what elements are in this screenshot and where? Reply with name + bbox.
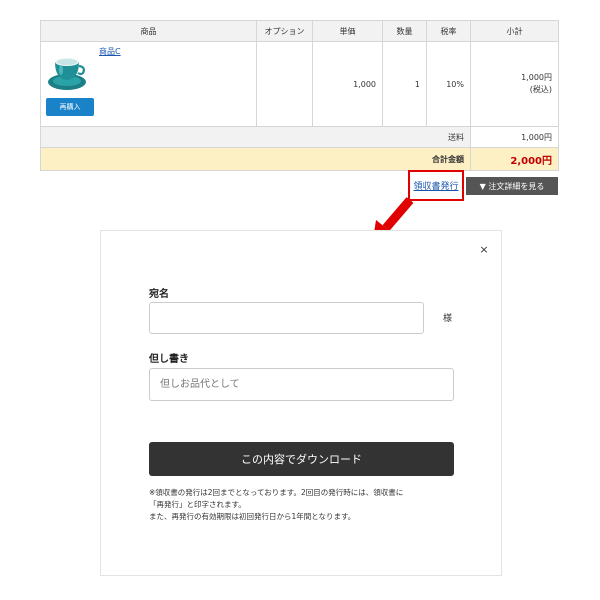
total-value: 2,000円 (470, 147, 559, 171)
rebuy-button[interactable]: 再購入 (46, 98, 94, 116)
unit-price-cell: 1,000 (312, 41, 383, 127)
order-table: 商品 オプション 単価 数量 税率 小計 商品C 再購入 1,000 1 10%… (40, 20, 559, 171)
table-header-row: 商品 オプション 単価 数量 税率 小計 (40, 20, 559, 42)
header-option: オプション (256, 20, 313, 42)
subtotal-value: 1,000円 (521, 73, 552, 82)
header-tax-rate: 税率 (426, 20, 471, 42)
tax-rate-cell: 10% (426, 41, 471, 127)
shipping-row: 送料 1,000円 (40, 126, 559, 148)
download-button[interactable]: この内容でダウンロード (149, 442, 454, 476)
note-line: ※領収書の発行は2回までとなっております。2回目の発行時には、領収書に (149, 488, 404, 497)
shipping-value: 1,000円 (470, 126, 559, 148)
close-icon[interactable]: × (477, 243, 491, 257)
header-subtotal: 小計 (470, 20, 559, 42)
total-row: 合計金額 2,000円 (40, 147, 559, 171)
receipt-modal: × 宛名 様 但し書き この内容でダウンロード ※領収書の発行は2回までとなって… (100, 230, 502, 576)
memo-input[interactable] (149, 368, 454, 401)
option-cell (256, 41, 313, 127)
note-line: 「再発行」と印字されます。 (149, 500, 246, 509)
memo-label: 但し書き (149, 354, 189, 365)
honorific-label: 様 (443, 314, 453, 324)
product-thumbnail[interactable] (45, 46, 89, 94)
addressee-label: 宛名 (149, 289, 169, 300)
subtotal-tax-note: (税込) (529, 85, 552, 94)
shipping-label: 送料 (40, 126, 471, 148)
order-detail-button[interactable]: ▼ 注文詳細を見る (466, 177, 558, 195)
receipt-issue-link[interactable]: 領収書発行 (413, 179, 458, 192)
subtotal-cell: 1,000円 (税込) (470, 41, 559, 127)
table-row: 商品C 再購入 1,000 1 10% 1,000円 (税込) (40, 41, 559, 127)
header-unit-price: 単価 (312, 20, 383, 42)
product-cell: 商品C 再購入 (40, 41, 257, 127)
quantity-cell: 1 (382, 41, 427, 127)
header-product: 商品 (40, 20, 257, 42)
note-line: また、再発行の有効期限は初回発行日から1年間となります。 (149, 512, 356, 521)
product-name-link[interactable]: 商品C (99, 46, 121, 57)
header-quantity: 数量 (382, 20, 427, 42)
addressee-input[interactable] (149, 302, 424, 334)
total-label: 合計金額 (40, 147, 471, 171)
receipt-notes: ※領収書の発行は2回までとなっております。2回目の発行時には、領収書に 「再発行… (149, 487, 469, 523)
